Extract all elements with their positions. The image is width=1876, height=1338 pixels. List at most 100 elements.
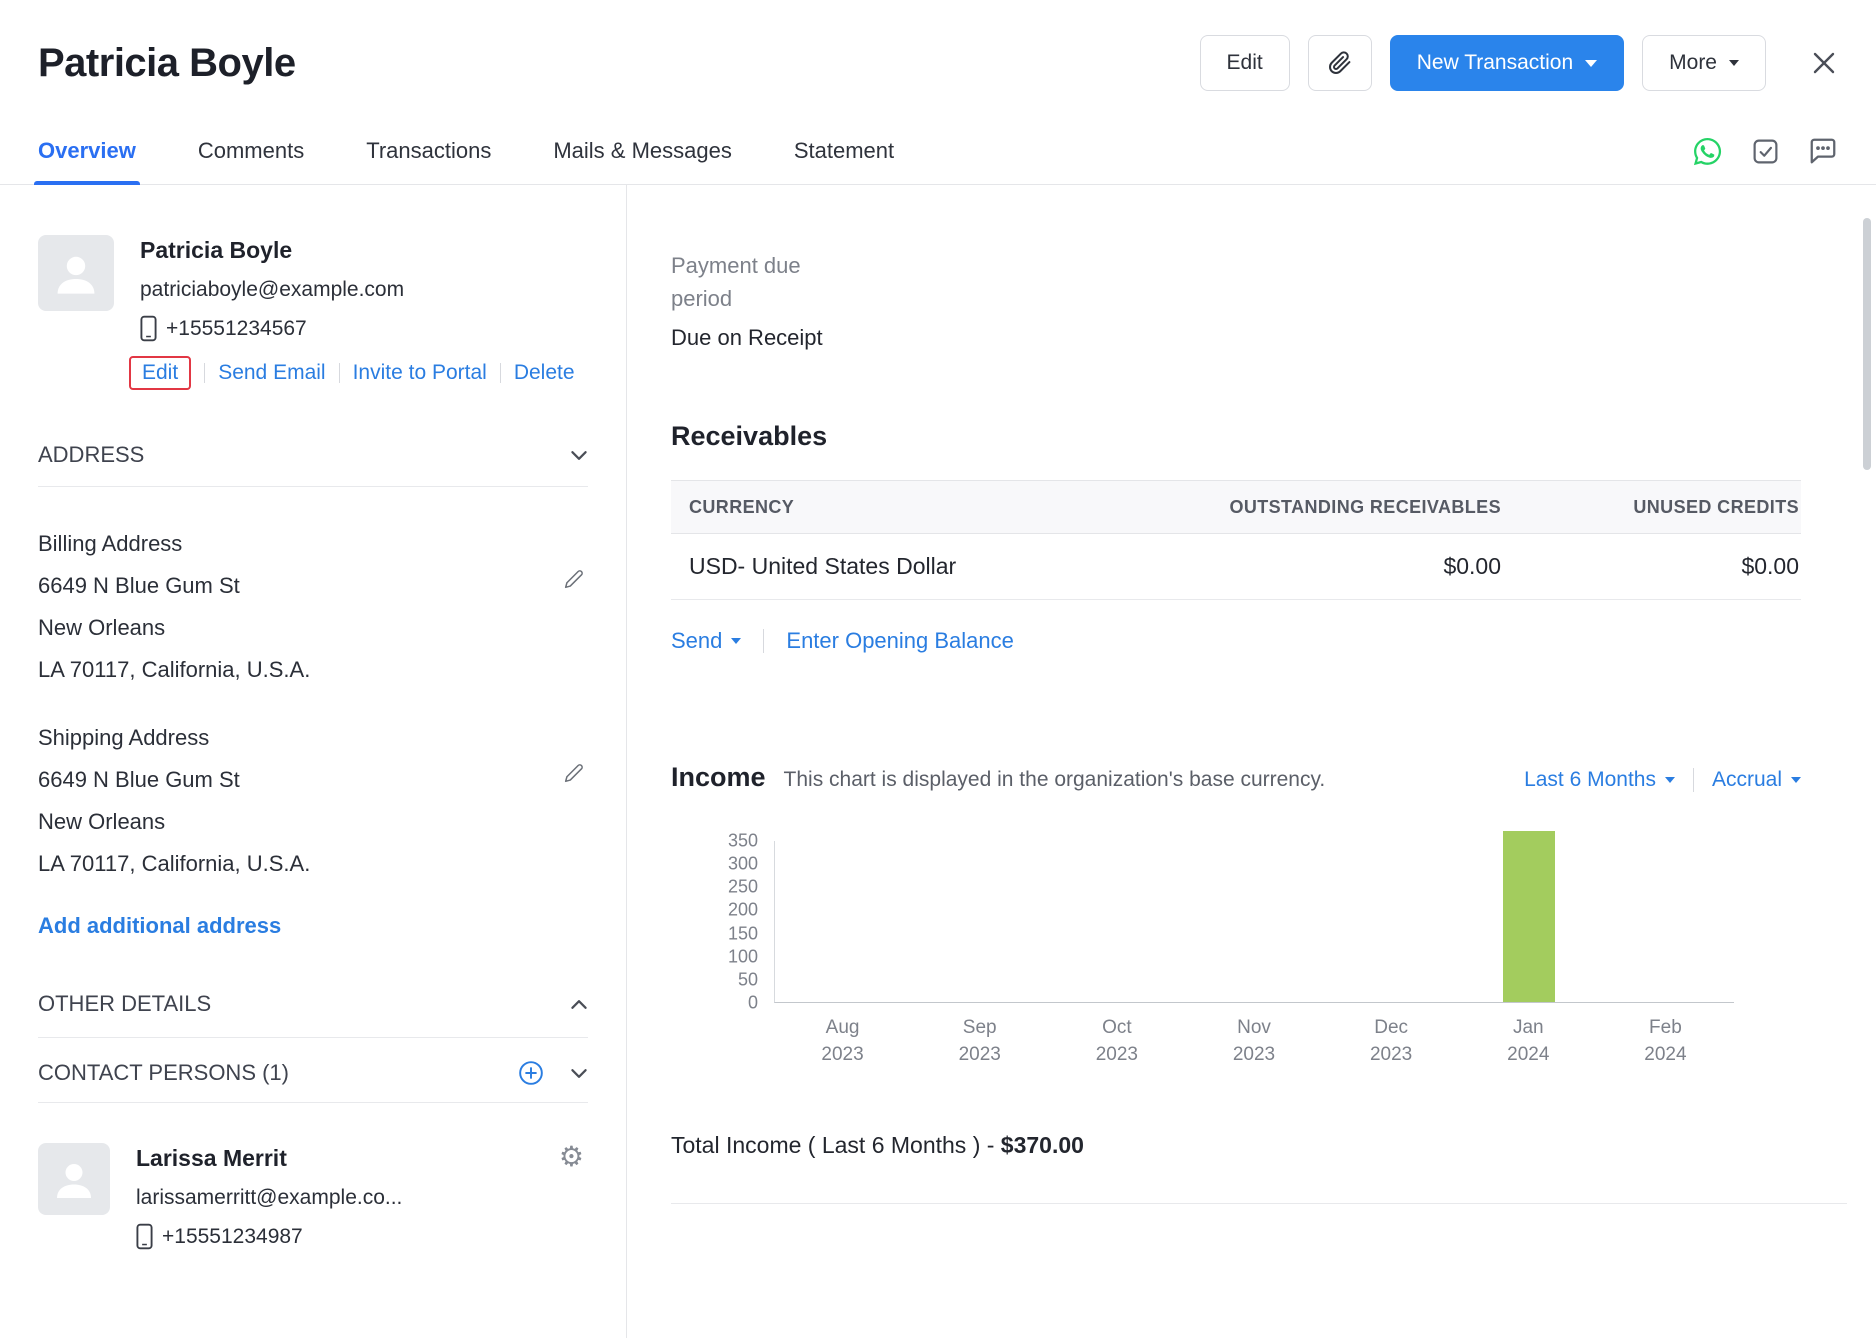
total-income-row: Total Income ( Last 6 Months ) - $370.00 <box>671 1132 1876 1159</box>
chevron-down-icon <box>731 638 741 644</box>
contact-person-name: Larissa Merrit <box>136 1145 402 1172</box>
contact-overview-panel: Payment due period Due on Receipt Receiv… <box>627 185 1876 1338</box>
new-transaction-button[interactable]: New Transaction <box>1390 35 1624 91</box>
divider <box>763 629 764 653</box>
income-section-header: Income This chart is displayed in the or… <box>671 762 1801 793</box>
divider <box>38 486 588 487</box>
income-chart-area: 350300250200150100500 <box>671 841 1876 1003</box>
attachments-button[interactable] <box>1308 35 1372 91</box>
contact-email: patriciaboyle@example.com <box>140 278 575 302</box>
income-bar-jan-2024 <box>1503 831 1555 1002</box>
billing-address-line3: LA 70117, California, U.S.A. <box>38 649 588 691</box>
delete-contact-link[interactable]: Delete <box>514 361 575 385</box>
tab-statement[interactable]: Statement <box>794 118 894 184</box>
edit-button[interactable]: Edit <box>1200 35 1290 91</box>
x-axis-tick-label: Feb2024 <box>1597 1015 1734 1068</box>
column-header-outstanding: OUTSTANDING RECEIVABLES <box>1121 497 1501 518</box>
contact-name: Patricia Boyle <box>140 237 575 264</box>
edit-shipping-address-icon[interactable] <box>564 763 584 783</box>
content-area: Patricia Boyle patriciaboyle@example.com… <box>0 185 1876 1338</box>
income-basis-label: Accrual <box>1712 768 1782 792</box>
mobile-phone-icon <box>140 315 157 342</box>
billing-address-line1: 6649 N Blue Gum St <box>38 565 588 607</box>
contact-persons-section-label: CONTACT PERSONS (1) <box>38 1060 289 1086</box>
more-button[interactable]: More <box>1642 35 1766 91</box>
chart-column <box>1597 841 1734 1002</box>
address-section-header[interactable]: ADDRESS <box>38 442 588 468</box>
income-range-label: Last 6 Months <box>1524 768 1656 792</box>
contact-person-card: Larissa Merrit larissamerritt@example.co… <box>38 1143 588 1250</box>
contact-persons-section-header[interactable]: CONTACT PERSONS (1) <box>38 1060 588 1086</box>
contact-phone: +15551234567 <box>166 317 307 341</box>
x-axis-tick-label: Jan2024 <box>1460 1015 1597 1068</box>
outstanding-receivables-cell: $0.00 <box>1121 553 1501 580</box>
chart-column <box>1323 841 1460 1002</box>
receivables-actions: Send Enter Opening Balance <box>671 628 1876 654</box>
receivables-heading: Receivables <box>671 421 1876 452</box>
vertical-scrollbar[interactable] <box>1863 218 1871 470</box>
header-actions: Edit New Transaction More <box>1200 35 1838 91</box>
add-additional-address-link[interactable]: Add additional address <box>38 913 281 938</box>
tab-overview[interactable]: Overview <box>38 118 136 184</box>
page-title: Patricia Boyle <box>38 41 1200 86</box>
receivables-table-header: CURRENCY OUTSTANDING RECEIVABLES UNUSED … <box>671 480 1801 534</box>
contact-person-phone: +15551234987 <box>162 1225 303 1249</box>
add-contact-person-icon[interactable] <box>518 1060 544 1086</box>
income-range-dropdown[interactable]: Last 6 Months <box>1524 768 1675 792</box>
chevron-down-icon <box>1729 60 1739 66</box>
edit-billing-address-icon[interactable] <box>564 569 584 589</box>
tab-comments[interactable]: Comments <box>198 118 304 184</box>
contact-actions: Edit Send Email Invite to Portal Delete <box>140 356 575 390</box>
income-basis-dropdown[interactable]: Accrual <box>1712 768 1801 792</box>
chart-column <box>1460 841 1597 1002</box>
gear-icon[interactable]: ⚙ <box>559 1143 584 1171</box>
chevron-down-icon <box>570 450 588 461</box>
divider <box>38 1102 588 1103</box>
tab-mails-messages[interactable]: Mails & Messages <box>553 118 732 184</box>
income-heading: Income <box>671 762 766 793</box>
other-details-section-header[interactable]: OTHER DETAILS <box>38 991 588 1017</box>
total-income-value: $370.00 <box>1001 1132 1084 1158</box>
contact-person-email: larissamerritt@example.co... <box>136 1186 402 1210</box>
contact-summary-panel: Patricia Boyle patriciaboyle@example.com… <box>0 185 627 1338</box>
send-email-link[interactable]: Send Email <box>218 361 325 385</box>
divider <box>500 363 501 383</box>
contact-person-info: Larissa Merrit larissamerritt@example.co… <box>136 1143 402 1250</box>
income-controls: Last 6 Months Accrual <box>1524 768 1801 792</box>
send-dropdown[interactable]: Send <box>671 628 741 654</box>
whatsapp-icon[interactable] <box>1692 136 1723 167</box>
tasks-check-icon[interactable] <box>1751 137 1780 166</box>
invite-to-portal-link[interactable]: Invite to Portal <box>353 361 487 385</box>
y-axis-tick-label: 50 <box>738 969 758 990</box>
shipping-address-block: Shipping Address 6649 N Blue Gum St New … <box>38 717 588 885</box>
close-icon <box>1810 49 1838 77</box>
chart-column <box>1186 841 1323 1002</box>
x-axis-tick-label: Oct2023 <box>1048 1015 1185 1068</box>
tab-transactions[interactable]: Transactions <box>366 118 491 184</box>
y-axis-tick-label: 100 <box>728 946 758 967</box>
primary-contact-card: Patricia Boyle patriciaboyle@example.com… <box>38 235 588 390</box>
x-axis-tick-label: Nov2023 <box>1185 1015 1322 1068</box>
more-button-label: More <box>1669 51 1717 75</box>
enter-opening-balance-link[interactable]: Enter Opening Balance <box>786 628 1014 654</box>
chat-icon[interactable] <box>1808 136 1838 166</box>
y-axis-tick-label: 0 <box>748 993 758 1014</box>
shipping-address-line1: 6649 N Blue Gum St <box>38 759 588 801</box>
x-axis-tick-label: Dec2023 <box>1323 1015 1460 1068</box>
chevron-up-icon <box>570 999 588 1010</box>
income-chart-plot <box>774 841 1734 1003</box>
billing-address-label: Billing Address <box>38 523 588 565</box>
chevron-down-icon <box>1585 60 1597 67</box>
divider <box>38 1037 588 1038</box>
table-row: USD- United States Dollar $0.00 $0.00 <box>671 534 1801 600</box>
address-section-label: ADDRESS <box>38 442 144 468</box>
chevron-down-icon <box>570 1068 588 1079</box>
x-axis-tick-label: Aug2023 <box>774 1015 911 1068</box>
close-button[interactable] <box>1810 49 1838 77</box>
divider <box>339 363 340 383</box>
divider <box>671 1203 1847 1204</box>
edit-contact-link[interactable]: Edit <box>142 361 178 384</box>
contact-phone-row: +15551234567 <box>140 315 575 342</box>
divider <box>1693 768 1694 792</box>
y-axis-tick-label: 300 <box>728 854 758 875</box>
